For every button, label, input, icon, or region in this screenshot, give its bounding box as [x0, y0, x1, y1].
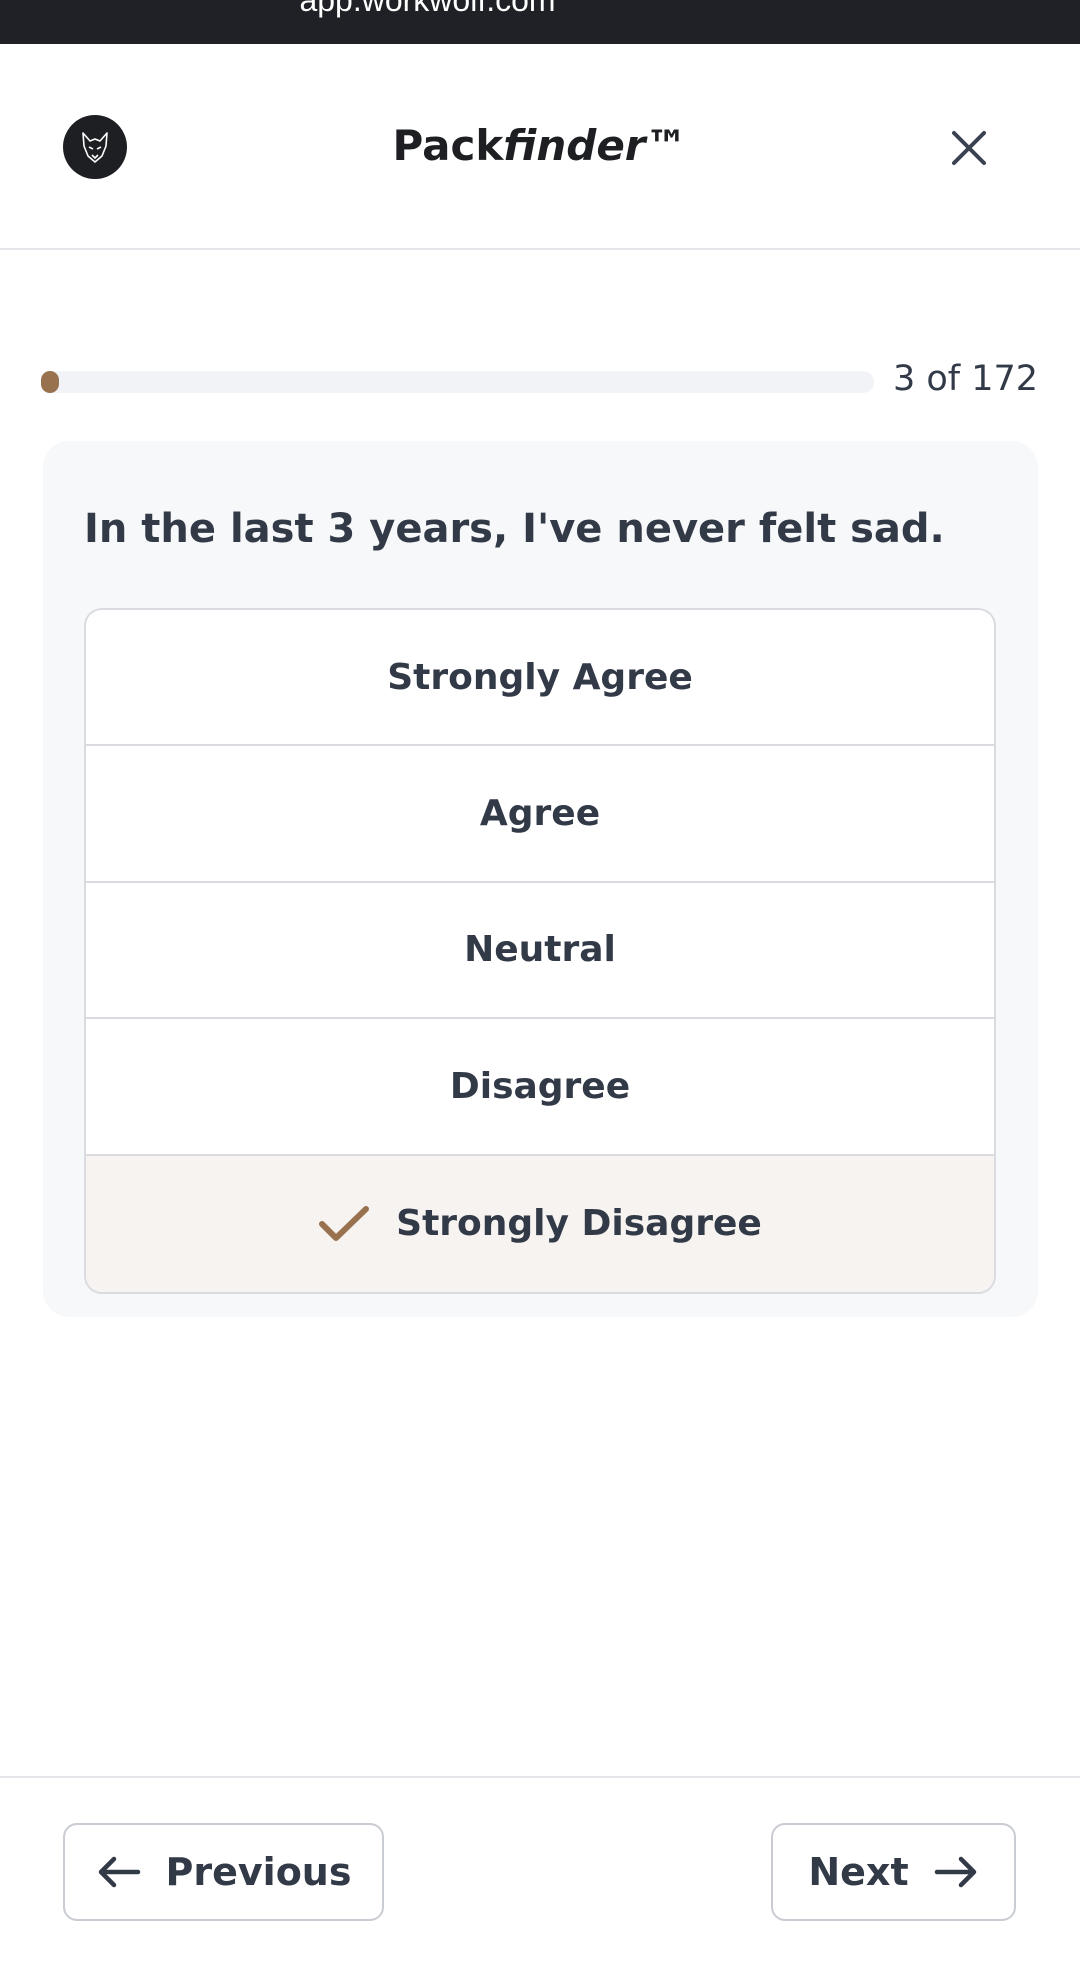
- option-strongly-disagree[interactable]: Strongly Disagree: [86, 1155, 994, 1292]
- question-card: In the last 3 years, I've never felt sad…: [43, 441, 1038, 1317]
- option-strongly-agree[interactable]: Strongly Agree: [86, 610, 994, 747]
- app-header: Packfinder™: [0, 44, 1080, 250]
- option-label: Agree: [479, 793, 601, 835]
- app-title-suffix: ™: [645, 121, 688, 170]
- option-neutral[interactable]: Neutral: [86, 882, 994, 1020]
- option-label: Neutral: [464, 929, 616, 971]
- previous-label: Previous: [165, 1850, 352, 1894]
- progress-fill: [41, 371, 59, 393]
- progress-counter: 3 of 172: [892, 359, 1038, 399]
- app-title-italic: finder: [503, 121, 646, 170]
- browser-url-bar[interactable]: app.workwolf.com: [0, 0, 1080, 44]
- option-disagree[interactable]: Disagree: [86, 1019, 994, 1156]
- option-label: Strongly Disagree: [396, 1203, 762, 1245]
- app-title-prefix: Pack: [392, 121, 504, 170]
- footer-nav: Previous Next: [0, 1776, 1080, 1961]
- close-icon: [952, 131, 986, 165]
- progress-bar: [41, 371, 874, 393]
- app-title: Packfinder™: [0, 121, 1080, 170]
- option-label: Strongly Agree: [387, 656, 693, 698]
- checkmark-icon: [318, 1204, 370, 1244]
- question-text: In the last 3 years, I've never felt sad…: [84, 506, 945, 552]
- url-text: app.workwolf.com: [299, 0, 556, 18]
- option-label: Disagree: [449, 1065, 631, 1107]
- arrow-right-icon: [933, 1855, 979, 1889]
- option-agree[interactable]: Agree: [86, 746, 994, 883]
- next-button[interactable]: Next: [771, 1823, 1016, 1921]
- arrow-left-icon: [96, 1855, 142, 1889]
- previous-button[interactable]: Previous: [63, 1823, 384, 1921]
- next-label: Next: [808, 1850, 909, 1894]
- answer-options: Strongly Agree Agree Neutral Disagree St…: [84, 608, 996, 1294]
- close-button[interactable]: [940, 119, 998, 177]
